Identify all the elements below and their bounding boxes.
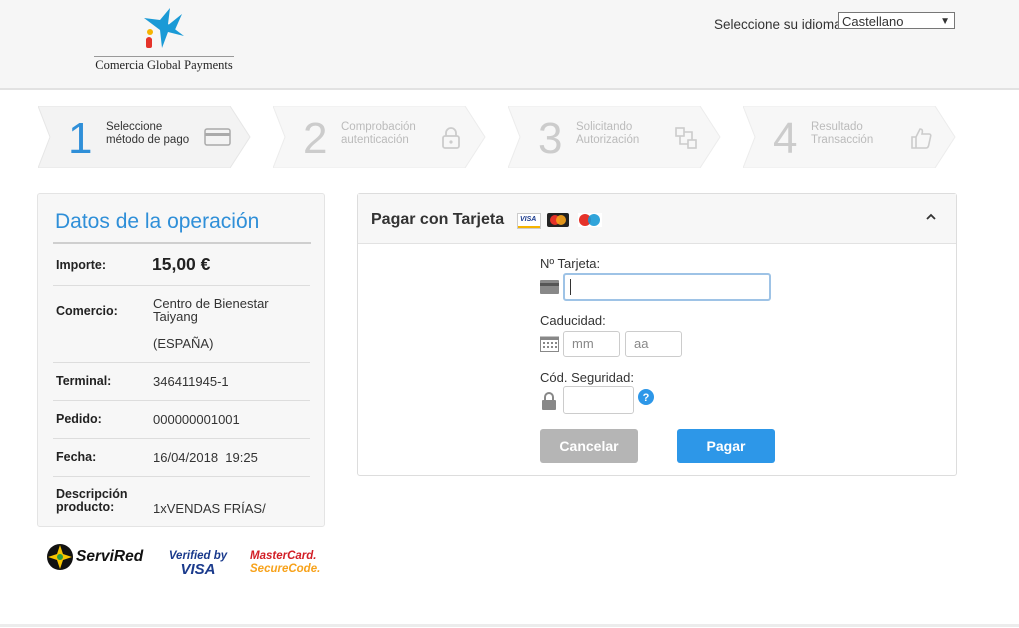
security-brands: ServiRed Verified by VISA MasterCard. Se…	[46, 540, 326, 580]
fecha-row: Fecha: 16/04/2018 19:25	[53, 439, 310, 477]
terminal-value: 346411945-1	[153, 374, 229, 389]
operation-details-title: Datos de la operación	[55, 210, 260, 233]
help-icon[interactable]: ?	[638, 389, 654, 405]
text-cursor	[570, 279, 571, 295]
operation-details-panel: Datos de la operación Importe: 15,00 € C…	[37, 193, 325, 527]
card-icon	[204, 128, 231, 146]
importe-row: Importe: 15,00 €	[53, 244, 310, 286]
step-1: 1 Seleccione método de pago	[38, 106, 251, 168]
star-logo-icon	[144, 8, 184, 48]
card-icon	[540, 280, 559, 294]
fecha-value: 16/04/2018 19:25	[153, 450, 258, 465]
visa-icon: VISA	[517, 213, 541, 229]
visa-text: VISA	[180, 561, 216, 578]
calendar-icon	[540, 336, 559, 352]
language-select[interactable]: Castellano ▼	[838, 12, 955, 29]
cancel-button[interactable]: Cancelar	[540, 429, 638, 463]
pay-button[interactable]: Pagar	[677, 429, 775, 463]
comercio-label: Comercio:	[56, 304, 118, 318]
language-selected-value: Castellano	[842, 14, 904, 29]
expiry-label: Caducidad:	[540, 313, 606, 328]
comercia-global-payments-logo: Comercia Global Payments	[94, 6, 234, 76]
card-payment-header[interactable]: Pagar con Tarjeta VISA	[358, 194, 956, 244]
importe-value: 15,00 €	[152, 254, 211, 274]
step-label: Resultado Transacción	[811, 121, 874, 146]
page-header: Comercia Global Payments Seleccione su i…	[0, 0, 1019, 90]
step-4: 4 Resultado Transacción	[743, 106, 956, 168]
step-number: 1	[68, 114, 93, 163]
maestro-icon	[578, 213, 602, 227]
terminal-row: Terminal: 346411945-1	[53, 363, 310, 401]
card-number-label: Nº Tarjeta:	[540, 256, 601, 271]
month-placeholder: mm	[572, 336, 594, 351]
logo-text: Comercia Global Payments	[94, 56, 234, 72]
descripcion-value: 1xVENDAS FRÍAS/	[153, 501, 266, 516]
securecode-text: SecureCode.	[250, 563, 321, 575]
fecha-label: Fecha:	[56, 450, 97, 464]
svg-text:?: ?	[643, 392, 650, 404]
descripcion-label: Descripción producto:	[56, 487, 128, 514]
pedido-value: 000000001001	[153, 412, 240, 427]
servired-icon	[47, 544, 73, 570]
thumbs-up-icon	[911, 128, 932, 149]
step-2: 2 Comprobación autenticación	[273, 106, 486, 168]
importe-label: Importe:	[56, 258, 106, 272]
step-label: Comprobación autenticación	[341, 121, 416, 146]
mastercard-icon	[547, 213, 569, 227]
expiry-month-input[interactable]: mm	[563, 331, 620, 357]
pedido-label: Pedido:	[56, 412, 102, 426]
year-placeholder: aa	[634, 336, 649, 351]
pedido-row: Pedido: 000000001001	[53, 401, 310, 439]
step-3: 3 Solicitando Autorización	[508, 106, 721, 168]
lock-icon	[442, 127, 460, 149]
cvv-label: Cód. Seguridad:	[540, 370, 634, 385]
terminal-label: Terminal:	[56, 374, 112, 388]
dropdown-arrow-icon: ▼	[940, 16, 950, 27]
comercio-value: Centro de Bienestar Taiyang	[153, 296, 269, 324]
step-number: 2	[303, 114, 328, 163]
footer-divider	[0, 624, 1019, 627]
expiry-year-input[interactable]: aa	[625, 331, 682, 357]
card-payment-panel: Pagar con Tarjeta VISA Nº Tarjeta: Caduc…	[357, 193, 957, 476]
card-number-input[interactable]	[563, 273, 771, 301]
transfer-icon	[675, 127, 697, 149]
servired-text: ServiRed	[76, 548, 144, 565]
collapse-chevron-icon[interactable]	[926, 212, 936, 222]
mastercard-securecode-logo: MasterCard. SecureCode.	[250, 549, 320, 575]
step-number: 3	[538, 114, 563, 163]
descripcion-row: Descripción producto: 1xVENDAS FRÍAS/	[53, 477, 310, 523]
step-label: Solicitando Autorización	[576, 121, 640, 146]
mastercard-text: MasterCard.	[250, 550, 317, 562]
language-label: Seleccione su idioma	[714, 17, 842, 32]
verified-by-visa-logo: Verified by VISA	[166, 548, 230, 578]
cvv-input[interactable]	[563, 386, 634, 414]
card-payment-title: Pagar con Tarjeta	[371, 211, 505, 228]
step-number: 4	[773, 114, 798, 163]
lock-icon	[542, 392, 556, 410]
comercio-row: Comercio: Centro de Bienestar Taiyang (ES…	[53, 286, 310, 363]
comercio-country: (ESPAÑA)	[153, 336, 214, 351]
step-label: Seleccione método de pago	[106, 121, 190, 146]
